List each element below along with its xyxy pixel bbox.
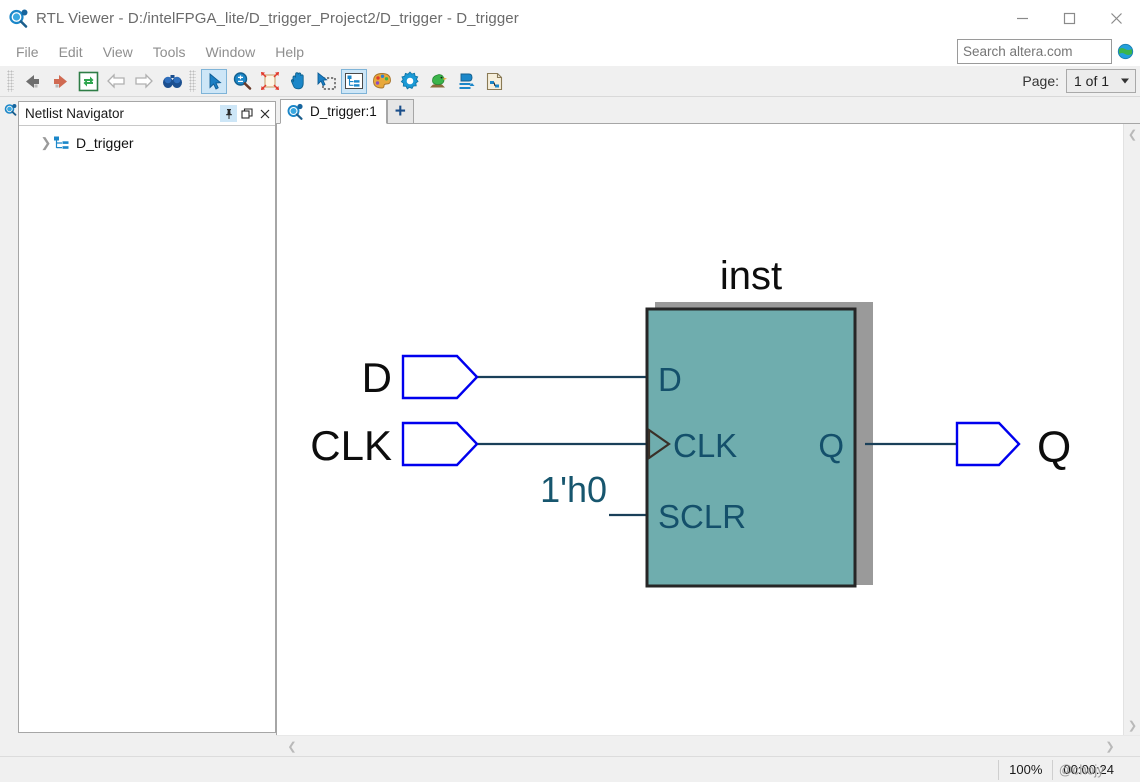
menu-bar: File Edit View Tools Window Help	[0, 37, 1140, 66]
output-pin-q-label: Q	[1037, 423, 1071, 472]
netlist-navigator-header: Netlist Navigator	[19, 102, 275, 126]
menu-file[interactable]: File	[6, 41, 49, 63]
page-value: 1 of 1	[1074, 73, 1110, 89]
toolbar-grip-2[interactable]	[189, 70, 196, 92]
back-icon[interactable]	[19, 69, 45, 94]
panel-title: Netlist Navigator	[25, 106, 125, 121]
schematic-canvas-wrap: inst D CLK SCLR Q 1'h0 D CLK Q ❮ ❯	[276, 124, 1140, 735]
tab-label: D_trigger:1	[310, 104, 377, 119]
chevron-up-icon[interactable]: ❮	[1124, 126, 1140, 142]
workspace: Netlist Navigator ❯ D_trigger D_trigger:…	[0, 97, 1140, 756]
filter-icon[interactable]	[453, 69, 479, 94]
schematic-canvas[interactable]: inst D CLK SCLR Q 1'h0 D CLK Q	[277, 124, 1123, 735]
refresh-icon[interactable]	[75, 69, 101, 94]
page-label: Page:	[1022, 73, 1059, 89]
menu-tools[interactable]: Tools	[143, 41, 196, 63]
search-area	[957, 39, 1134, 64]
chevron-left-icon[interactable]: ❮	[284, 736, 300, 757]
chevron-down-icon[interactable]: ❯	[1124, 717, 1140, 733]
close-button[interactable]	[1093, 0, 1140, 37]
document-area: D_trigger:1 + inst D CLK SCLR Q 1'h0 D C…	[276, 97, 1140, 756]
vertical-scrollbar[interactable]: ❮ ❯	[1123, 124, 1140, 735]
rtl-viewer-icon	[8, 8, 30, 30]
bird-icon[interactable]	[425, 69, 451, 94]
forward-icon[interactable]	[47, 69, 73, 94]
pin-icon[interactable]	[220, 105, 237, 122]
left-dock-strip	[0, 97, 18, 756]
block-port-sclr: SCLR	[658, 498, 746, 535]
input-pin-d-label: D	[362, 354, 392, 401]
page-selector-area: Page: 1 of 1	[1022, 69, 1136, 93]
window-controls	[999, 0, 1140, 37]
output-pin-q[interactable]	[955, 421, 1021, 467]
elapsed-time-status: 00:00:24	[1052, 759, 1124, 780]
netlist-navigator-icon[interactable]	[341, 68, 367, 94]
chevron-right-icon[interactable]: ❯	[1102, 736, 1118, 757]
hierarchy-icon	[53, 135, 71, 151]
find-icon[interactable]	[159, 69, 185, 94]
chevron-right-icon[interactable]: ❯	[39, 135, 53, 151]
select-tool-icon[interactable]	[201, 68, 227, 94]
rtl-viewer-icon	[286, 103, 305, 121]
rtl-viewer-icon-small	[4, 103, 17, 116]
input-pin-clk-label: CLK	[310, 422, 392, 469]
report-icon[interactable]	[481, 69, 507, 94]
maximize-button[interactable]	[1046, 0, 1093, 37]
netlist-navigator-panel: Netlist Navigator ❯ D_trigger	[18, 101, 276, 733]
zoom-level-status: 100%	[998, 759, 1052, 780]
fit-in-window-icon[interactable]	[257, 69, 283, 94]
input-pin-clk[interactable]	[401, 421, 479, 467]
settings-gear-icon[interactable]	[397, 69, 423, 94]
input-pin-d[interactable]	[401, 354, 479, 400]
menu-help[interactable]: Help	[265, 41, 314, 63]
menu-window[interactable]: Window	[195, 41, 265, 63]
globe-icon[interactable]	[1117, 43, 1134, 60]
restore-icon[interactable]	[238, 105, 255, 122]
next-page-icon[interactable]	[131, 69, 157, 94]
block-port-clk: CLK	[673, 427, 737, 464]
schematic-drawing: inst D CLK SCLR Q 1'h0 D CLK Q	[310, 254, 1071, 588]
chevron-down-icon	[1121, 78, 1129, 84]
horizontal-scrollbar[interactable]: ❮ ❯	[276, 735, 1140, 756]
menu-view[interactable]: View	[93, 41, 143, 63]
close-icon[interactable]	[256, 105, 273, 122]
toolbar-grip[interactable]	[7, 70, 14, 92]
main-toolbar: Page: 1 of 1	[0, 66, 1140, 97]
window-title: RTL Viewer - D:/intelFPGA_lite/D_trigger…	[36, 10, 519, 27]
area-select-icon[interactable]	[313, 69, 339, 94]
block-port-d: D	[658, 361, 682, 398]
hand-tool-icon[interactable]	[285, 69, 311, 94]
tab-d-trigger-1[interactable]: D_trigger:1	[280, 99, 387, 124]
minimize-button[interactable]	[999, 0, 1046, 37]
title-bar: RTL Viewer - D:/intelFPGA_lite/D_trigger…	[0, 0, 1140, 37]
menu-edit[interactable]: Edit	[49, 41, 93, 63]
add-tab-button[interactable]: +	[386, 99, 414, 124]
instance-name-label: inst	[720, 254, 782, 298]
rtl-viewer-window: RTL Viewer - D:/intelFPGA_lite/D_trigger…	[0, 0, 1140, 782]
zoom-tool-icon[interactable]	[229, 69, 255, 94]
block-port-q: Q	[818, 427, 844, 464]
tree-item-label: D_trigger	[76, 135, 134, 151]
constant-label-sclr: 1'h0	[540, 469, 607, 510]
tab-strip: D_trigger:1 +	[276, 97, 1140, 124]
tree-item-d-trigger[interactable]: ❯ D_trigger	[19, 132, 275, 154]
page-select[interactable]: 1 of 1	[1066, 69, 1136, 93]
color-palette-icon[interactable]	[369, 69, 395, 94]
status-bar: 100% 00:00:24 @chojy	[0, 756, 1140, 782]
previous-page-icon[interactable]	[103, 69, 129, 94]
netlist-tree: ❯ D_trigger	[19, 126, 275, 732]
search-input[interactable]	[957, 39, 1112, 64]
